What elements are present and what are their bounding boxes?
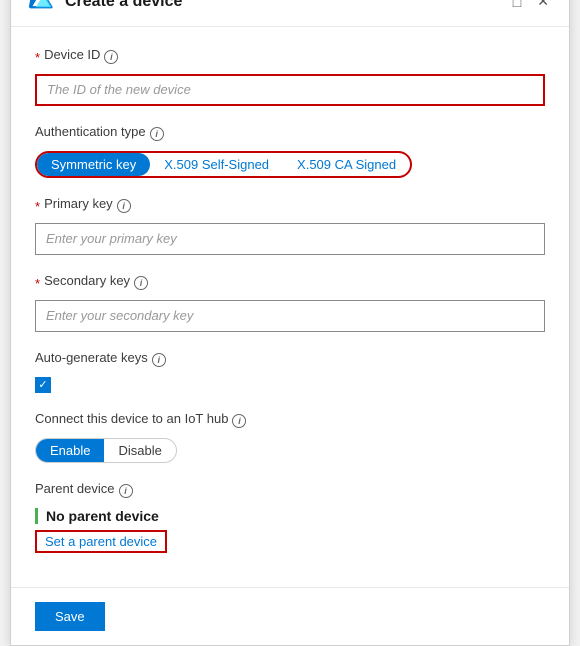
iot-hub-info-icon[interactable]: i: [232, 414, 246, 428]
header-controls: □ ✕: [509, 0, 553, 12]
parent-device-group: Parent device i No parent device Set a p…: [35, 481, 545, 553]
primary-key-group: * Primary key i: [35, 196, 545, 255]
secondary-key-label-row: * Secondary key i: [35, 273, 545, 294]
dialog-footer: Save: [11, 587, 569, 645]
primary-key-required: *: [35, 199, 40, 214]
auto-generate-label-row: Auto-generate keys i: [35, 350, 545, 371]
auth-btn-ca-signed[interactable]: X.509 CA Signed: [283, 153, 410, 176]
auto-generate-info-icon[interactable]: i: [152, 353, 166, 367]
no-parent-text: No parent device: [35, 508, 545, 524]
device-id-group: * Device ID i: [35, 47, 545, 106]
secondary-key-group: * Secondary key i: [35, 273, 545, 332]
iot-hub-disable-btn[interactable]: Disable: [104, 439, 175, 462]
device-id-info-icon[interactable]: i: [104, 50, 118, 64]
dialog-body: * Device ID i Authentication type i Symm…: [11, 27, 569, 587]
iot-hub-label: Connect this device to an IoT hub: [35, 411, 228, 426]
primary-key-label-row: * Primary key i: [35, 196, 545, 217]
parent-device-label-row: Parent device i: [35, 481, 545, 502]
auto-generate-label: Auto-generate keys: [35, 350, 148, 365]
device-id-label-row: * Device ID i: [35, 47, 545, 68]
auth-type-label: Authentication type: [35, 124, 146, 139]
set-parent-link[interactable]: Set a parent device: [35, 530, 167, 553]
secondary-key-label: Secondary key: [44, 273, 130, 288]
primary-key-label: Primary key: [44, 196, 113, 211]
auth-type-group: Authentication type i Symmetric key X.50…: [35, 124, 545, 178]
secondary-key-info-icon[interactable]: i: [134, 276, 148, 290]
iot-hub-label-row: Connect this device to an IoT hub i: [35, 411, 545, 432]
minimize-button[interactable]: □: [509, 0, 525, 12]
checkmark-icon: ✓: [38, 378, 47, 391]
iot-hub-enable-btn[interactable]: Enable: [36, 439, 104, 462]
auth-type-buttons: Symmetric key X.509 Self-Signed X.509 CA…: [35, 151, 412, 178]
iot-hub-group: Connect this device to an IoT hub i Enab…: [35, 411, 545, 463]
iot-hub-toggle: Enable Disable: [35, 438, 177, 463]
dialog-header: Create a device □ ✕: [11, 0, 569, 27]
dialog-title-row: Create a device: [27, 0, 182, 16]
save-button[interactable]: Save: [35, 602, 105, 631]
auth-type-label-row: Authentication type i: [35, 124, 545, 145]
auto-generate-checkbox[interactable]: ✓: [35, 377, 51, 393]
azure-icon: [27, 0, 55, 16]
auto-generate-group: Auto-generate keys i ✓: [35, 350, 545, 393]
secondary-key-required: *: [35, 276, 40, 291]
primary-key-input[interactable]: [35, 223, 545, 255]
auto-generate-checkbox-group: ✓: [35, 377, 545, 393]
secondary-key-input[interactable]: [35, 300, 545, 332]
auth-btn-self-signed[interactable]: X.509 Self-Signed: [150, 153, 283, 176]
parent-device-info-icon[interactable]: i: [119, 484, 133, 498]
device-id-input[interactable]: [35, 74, 545, 106]
device-id-label: Device ID: [44, 47, 100, 62]
dialog-title: Create a device: [65, 0, 182, 11]
primary-key-info-icon[interactable]: i: [117, 199, 131, 213]
close-button[interactable]: ✕: [533, 0, 553, 12]
auth-btn-symmetric[interactable]: Symmetric key: [37, 153, 150, 176]
device-id-required: *: [35, 50, 40, 65]
create-device-dialog: Create a device □ ✕ * Device ID i Authen…: [10, 0, 570, 646]
auth-type-info-icon[interactable]: i: [150, 127, 164, 141]
parent-device-label: Parent device: [35, 481, 115, 496]
